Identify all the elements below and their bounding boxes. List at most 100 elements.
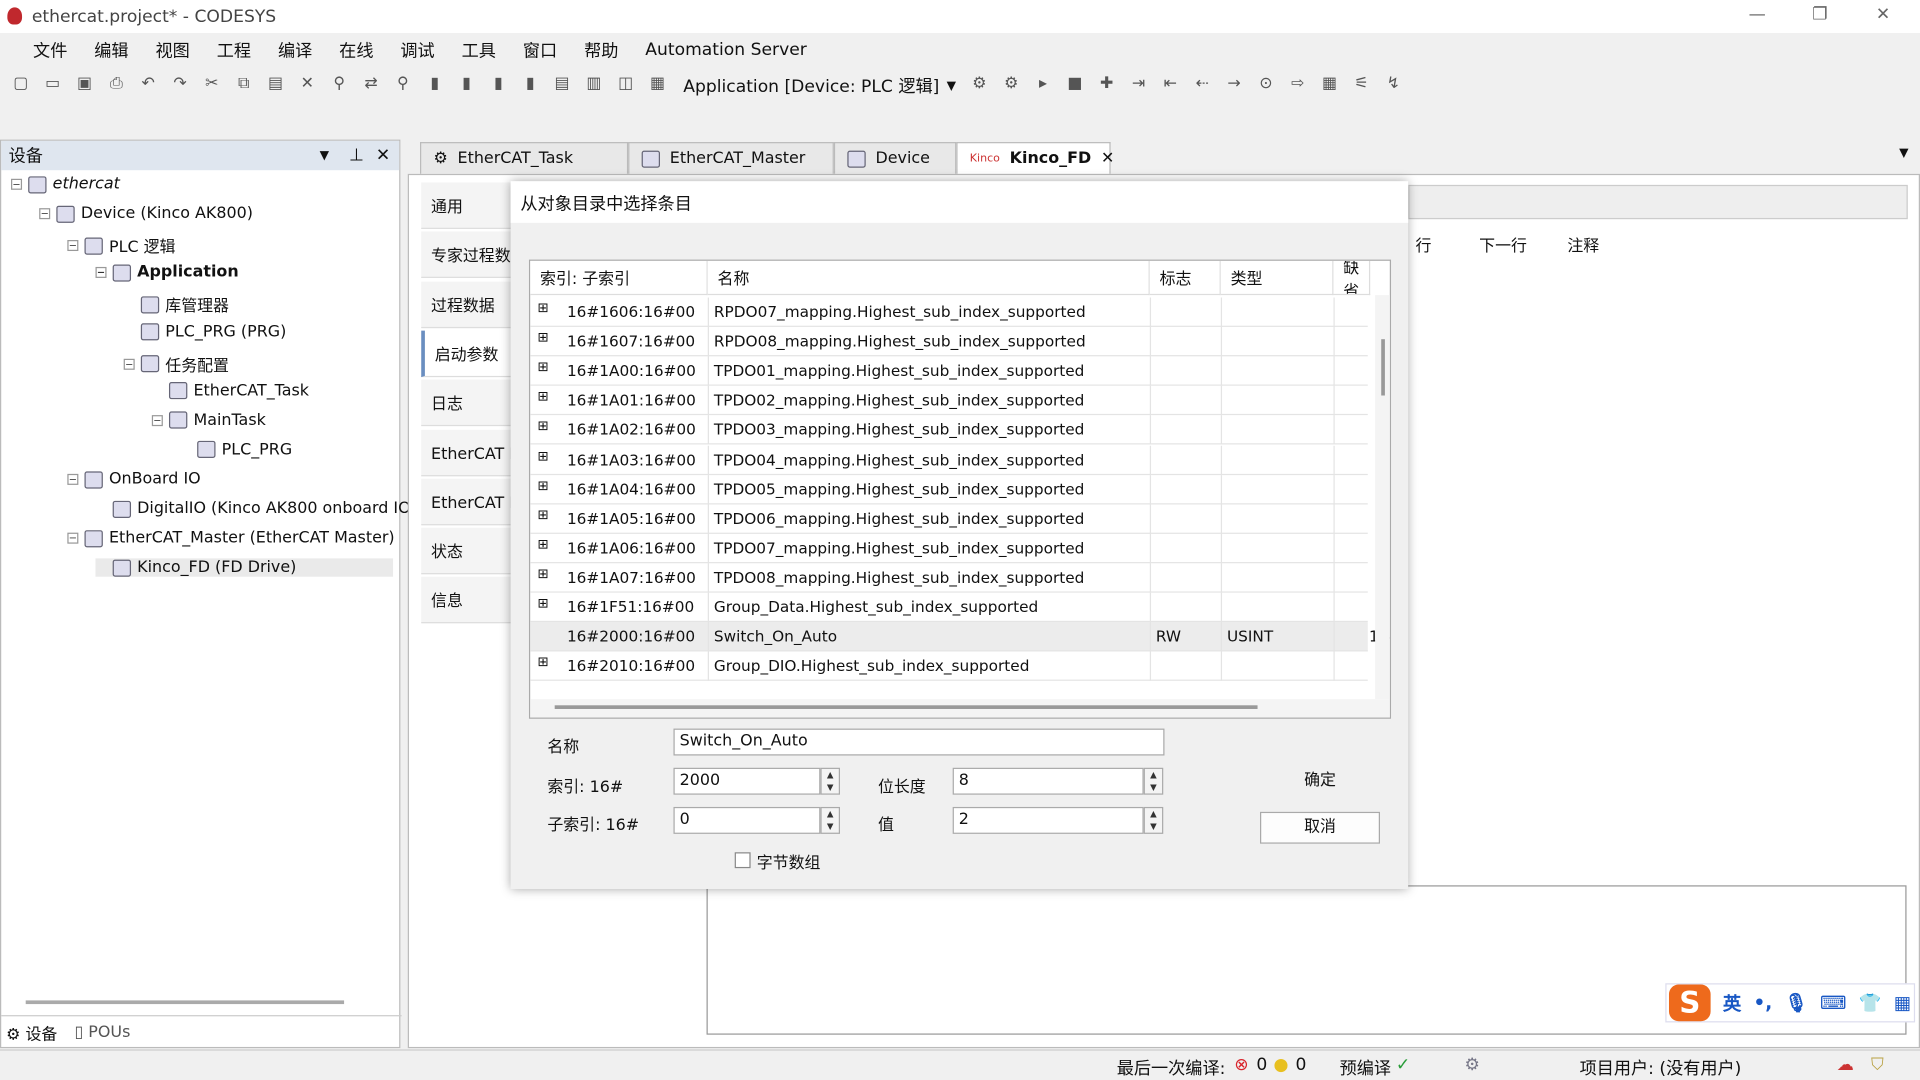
logout-icon[interactable]: ⚙ bbox=[998, 75, 1025, 97]
tree-item[interactable]: EtherCAT_Task bbox=[152, 382, 309, 400]
save-icon[interactable]: ▣ bbox=[71, 75, 98, 97]
menu-item[interactable]: 编译 bbox=[264, 38, 325, 62]
tree-item[interactable]: 库管理器 bbox=[124, 293, 229, 316]
table-row[interactable]: ⊞ 16#1A03:16#00 TPDO04_mapping.Highest_sub… bbox=[530, 445, 1368, 475]
cursor-icon[interactable]: → bbox=[1221, 75, 1248, 97]
name-field[interactable]: Switch_On_Auto bbox=[673, 728, 1165, 756]
ime-mode-toggle[interactable]: 英 bbox=[1723, 990, 1741, 1016]
tools-icon[interactable]: ✚ bbox=[1093, 75, 1120, 97]
collapse-icon[interactable]: − bbox=[123, 358, 135, 370]
side-tab[interactable]: 状态 bbox=[421, 527, 512, 575]
column-header-index[interactable]: 索引: 子索引 bbox=[530, 260, 708, 296]
side-tab[interactable]: EtherCAT IEC对象 bbox=[421, 478, 512, 526]
side-tab[interactable]: 启动参数 bbox=[421, 330, 512, 378]
collapse-icon[interactable]: − bbox=[151, 414, 163, 426]
table-row[interactable]: ⊞ 16#1607:16#00 RPDO08_mapping.Highest_sub… bbox=[530, 327, 1368, 357]
subindex-field[interactable]: 0 bbox=[673, 806, 821, 834]
expand-icon[interactable]: ⊞ bbox=[538, 595, 549, 611]
cut-icon[interactable]: ✂ bbox=[198, 75, 225, 97]
byte-array-checkbox[interactable] bbox=[734, 852, 751, 869]
step-over-icon[interactable]: ⇥ bbox=[1125, 75, 1152, 97]
microphone-icon[interactable]: 🎙 bbox=[1784, 992, 1807, 1014]
column-header-type[interactable]: 类型 bbox=[1220, 260, 1334, 296]
tab-device[interactable]: Device bbox=[833, 142, 957, 174]
expand-icon[interactable]: ⊞ bbox=[538, 507, 549, 523]
dropdown-icon[interactable]: ▼ bbox=[320, 149, 329, 162]
gateway-icon[interactable]: ⚙ bbox=[1464, 1056, 1479, 1076]
menu-item[interactable]: 工具 bbox=[448, 38, 509, 62]
undo-icon[interactable]: ↶ bbox=[135, 75, 162, 97]
expand-icon[interactable]: ⊞ bbox=[538, 418, 549, 434]
ok-button[interactable]: 确定 bbox=[1260, 765, 1380, 797]
collapse-icon[interactable]: − bbox=[39, 208, 51, 220]
table-row[interactable]: ⊞ 16#1A04:16#00 TPDO05_mapping.Highest_sub… bbox=[530, 474, 1368, 504]
bit-length-field[interactable]: 8 bbox=[952, 767, 1144, 795]
cancel-button[interactable]: 取消 bbox=[1260, 811, 1381, 844]
collapse-icon[interactable]: − bbox=[11, 178, 23, 190]
tree-item[interactable]: − OnBoard IO bbox=[67, 470, 201, 489]
menu-item[interactable]: 文件 bbox=[20, 38, 81, 62]
tree-item[interactable]: − EtherCAT_Master (EtherCAT Master) bbox=[67, 529, 395, 548]
chevron-down-icon[interactable]: ▼ bbox=[947, 79, 956, 92]
index-spinner[interactable]: ▲ ▼ bbox=[820, 767, 841, 795]
side-tab[interactable]: 通用 bbox=[421, 182, 512, 229]
menu-item[interactable]: 窗口 bbox=[509, 38, 570, 62]
table-row[interactable]: 16#2000:16#00Switch_On_AutoRWUSINT16# bbox=[530, 622, 1390, 652]
tree-item[interactable]: − MainTask bbox=[151, 411, 266, 430]
tree-item[interactable]: DigitalIO (Kinco AK800 onboard IO) bbox=[96, 500, 417, 518]
tab-ethercat-master[interactable]: EtherCAT_Master bbox=[628, 142, 834, 174]
paste-icon[interactable]: ▤ bbox=[262, 75, 289, 97]
bookmark3-icon[interactable]: ▮ bbox=[485, 75, 512, 97]
build-icon[interactable]: ▤ bbox=[549, 75, 576, 97]
error-count[interactable]: 0 bbox=[1256, 1056, 1267, 1076]
tree-item[interactable]: − 任务配置 bbox=[123, 352, 229, 375]
close-window-button[interactable]: ✕ bbox=[1876, 5, 1890, 25]
print-icon[interactable]: ⎙ bbox=[103, 75, 130, 97]
table-row[interactable]: ⊞ 16#2010:16#00 Group_DIO.Highest_sub_inde… bbox=[530, 651, 1368, 682]
tree-item[interactable]: − Application bbox=[95, 264, 239, 282]
tree-item[interactable]: PLC_PRG bbox=[180, 441, 292, 459]
column-header-default[interactable]: 缺省 bbox=[1333, 260, 1371, 296]
tabs-dropdown-icon[interactable]: ▼ bbox=[1899, 147, 1908, 160]
tree-item[interactable]: Kinco_FD (FD Drive) bbox=[95, 558, 394, 578]
side-tab[interactable]: 信息 bbox=[421, 577, 512, 624]
copy-icon[interactable]: ⧉ bbox=[230, 75, 257, 97]
scrollbar-thumb[interactable] bbox=[554, 705, 1258, 709]
next-icon[interactable]: ⇨ bbox=[1284, 75, 1311, 97]
minimize-button[interactable]: — bbox=[1749, 5, 1766, 25]
delete-icon[interactable]: ✕ bbox=[294, 75, 321, 97]
column-header-name[interactable]: 名称 bbox=[707, 260, 1150, 296]
menu-item[interactable]: 调试 bbox=[387, 38, 448, 62]
side-tab[interactable]: 专家过程数据 bbox=[421, 231, 512, 279]
restore-button[interactable]: ❐ bbox=[1812, 5, 1827, 25]
cloud-icon[interactable]: ☁ bbox=[1837, 1056, 1854, 1076]
find-icon[interactable]: ⚲ bbox=[326, 75, 353, 97]
table-row[interactable]: ⊞ 16#1A06:16#00 TPDO07_mapping.Highest_sub… bbox=[530, 533, 1368, 564]
compile-icon[interactable]: ▦ bbox=[644, 75, 671, 97]
pin-icon[interactable]: ⊥ bbox=[349, 146, 364, 166]
tree-item[interactable]: − ethercat bbox=[11, 175, 120, 193]
collapse-icon[interactable]: − bbox=[67, 532, 79, 544]
step-into-icon[interactable]: ⇤ bbox=[1157, 75, 1184, 97]
table-row[interactable]: ⊞ 16#1A00:16#00 TPDO01_mapping.Highest_sub… bbox=[530, 356, 1368, 386]
collapse-icon[interactable]: − bbox=[95, 267, 107, 279]
run-icon[interactable]: ▸ bbox=[1030, 75, 1057, 97]
bookmark4-icon[interactable]: ▮ bbox=[517, 75, 544, 97]
side-tab[interactable]: 日志 bbox=[421, 379, 512, 427]
expand-icon[interactable]: ⊞ bbox=[538, 566, 549, 582]
table-row[interactable]: ⊞ 16#1606:16#00 RPDO07_mapping.Highest_sub… bbox=[530, 297, 1368, 327]
bookmark2-icon[interactable]: ▮ bbox=[453, 75, 480, 97]
replace-icon[interactable]: ⇄ bbox=[358, 75, 385, 97]
tab-kinco-fd[interactable]: Kinco Kinco_FD ✕ bbox=[956, 142, 1114, 174]
open-icon[interactable]: ▭ bbox=[39, 75, 66, 97]
tree-item[interactable]: − PLC 逻辑 bbox=[67, 234, 175, 257]
vertical-scrollbar[interactable] bbox=[1375, 295, 1390, 700]
side-tab[interactable]: EtherCAT I/O映射 bbox=[421, 429, 512, 476]
shield-icon[interactable]: ⛉ bbox=[1871, 1056, 1884, 1076]
tree-item[interactable]: PLC_PRG (PRG) bbox=[124, 323, 286, 341]
filter-icon[interactable]: ⚟ bbox=[1348, 75, 1375, 97]
value-field[interactable]: 2 bbox=[952, 806, 1144, 834]
menu-item[interactable]: 工程 bbox=[203, 38, 264, 62]
collapse-icon[interactable]: − bbox=[67, 240, 79, 252]
subindex-spinner[interactable]: ▲ ▼ bbox=[820, 806, 841, 834]
